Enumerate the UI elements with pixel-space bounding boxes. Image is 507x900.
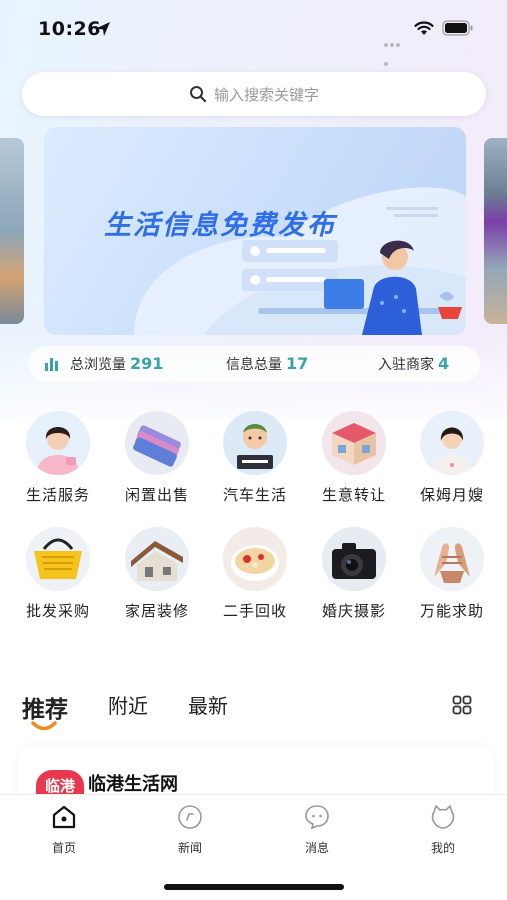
- category-label: 保姆月嫂: [419, 486, 484, 504]
- nav-label: 首页: [51, 841, 76, 855]
- banner-title: 生活信息免费发布: [104, 210, 336, 241]
- banner-prev-slide[interactable]: [0, 138, 24, 324]
- status-time: 10:26: [38, 18, 101, 40]
- tab-recommend[interactable]: 推荐: [22, 690, 68, 724]
- tab-nearby[interactable]: 附近: [108, 690, 148, 719]
- category-label: 万能求助: [419, 602, 484, 620]
- nanny-icon: [420, 411, 484, 475]
- card-title: 临港生活网: [88, 774, 178, 795]
- camera-icon: [322, 527, 386, 591]
- basket-icon: [26, 527, 90, 591]
- category-label: 生活服务: [25, 486, 90, 504]
- category-idle-sale[interactable]: 闲置出售: [112, 411, 202, 505]
- housekeeper-icon: [26, 411, 90, 475]
- category-second-hand-recycle[interactable]: 二手回收: [210, 527, 300, 621]
- category-label: 婚庆摄影: [321, 602, 386, 620]
- status-bar: 10:26: [0, 0, 507, 66]
- search-bar[interactable]: 输入搜索关键字: [22, 72, 486, 116]
- bar-chart-icon: [45, 358, 58, 371]
- profile-icon: [431, 805, 455, 829]
- tab-latest[interactable]: 最新: [188, 690, 228, 719]
- grid-layout-icon[interactable]: [452, 695, 472, 715]
- stat-total-views: 总浏览量 291: [70, 354, 163, 374]
- category-help[interactable]: 万能求助: [407, 527, 497, 621]
- news-icon: [178, 805, 202, 829]
- tab-active-indicator: [31, 721, 57, 731]
- nav-home[interactable]: 首页: [34, 803, 94, 856]
- nav-messages[interactable]: 消息: [287, 803, 347, 856]
- category-home-decoration[interactable]: 家居装修: [112, 527, 202, 621]
- category-label: 家居装修: [124, 602, 189, 620]
- category-wholesale[interactable]: 批发采购: [13, 527, 103, 621]
- category-label: 闲置出售: [124, 486, 189, 504]
- category-nanny[interactable]: 保姆月嫂: [407, 411, 497, 505]
- category-business-transfer[interactable]: 生意转让: [309, 411, 399, 505]
- nav-profile[interactable]: 我的: [413, 803, 473, 856]
- stat-label: 入驻商家: [378, 357, 434, 373]
- dessert-icon: [223, 527, 287, 591]
- category-life-service[interactable]: 生活服务: [13, 411, 103, 505]
- stat-total-info: 信息总量 17: [226, 354, 308, 374]
- nav-label: 消息: [304, 841, 329, 855]
- home-icon: [52, 805, 76, 829]
- category-label: 二手回收: [222, 602, 287, 620]
- home-indicator: [164, 884, 344, 890]
- stats-bar: 总浏览量 291 信息总量 17 入驻商家 4: [28, 346, 480, 382]
- category-label: 批发采购: [25, 602, 90, 620]
- phone-icon: [125, 411, 189, 475]
- banner[interactable]: 生活信息免费发布: [44, 127, 466, 335]
- search-icon: [189, 86, 207, 103]
- signal-dots-icon: [384, 32, 406, 66]
- nav-news[interactable]: 新闻: [160, 803, 220, 856]
- nav-label: 新闻: [177, 841, 202, 855]
- join-us-avatar-icon: [223, 411, 287, 475]
- category-wedding-photo[interactable]: 婚庆摄影: [309, 527, 399, 621]
- house-icon: [125, 527, 189, 591]
- feed-tabs: 推荐 附近 最新: [0, 684, 507, 734]
- nav-label: 我的: [430, 841, 455, 855]
- stat-label: 信息总量: [226, 357, 282, 373]
- handshake-icon: [420, 527, 484, 591]
- stat-value: 4: [438, 354, 450, 373]
- stat-label: 总浏览量: [70, 357, 126, 373]
- stat-value: 291: [130, 354, 164, 373]
- category-label: 汽车生活: [222, 486, 287, 504]
- shop-icon: [322, 411, 386, 475]
- category-label: 生意转让: [321, 486, 386, 504]
- stat-value: 17: [286, 354, 309, 373]
- wifi-icon: [414, 21, 434, 35]
- banner-next-slide[interactable]: [484, 138, 507, 324]
- battery-icon: [442, 20, 473, 36]
- message-icon: [305, 805, 329, 830]
- category-car-life[interactable]: 汽车生活: [210, 411, 300, 505]
- stat-merchants: 入驻商家 4: [378, 354, 449, 374]
- location-arrow-icon: [96, 22, 110, 36]
- search-placeholder: 输入搜索关键字: [213, 85, 319, 104]
